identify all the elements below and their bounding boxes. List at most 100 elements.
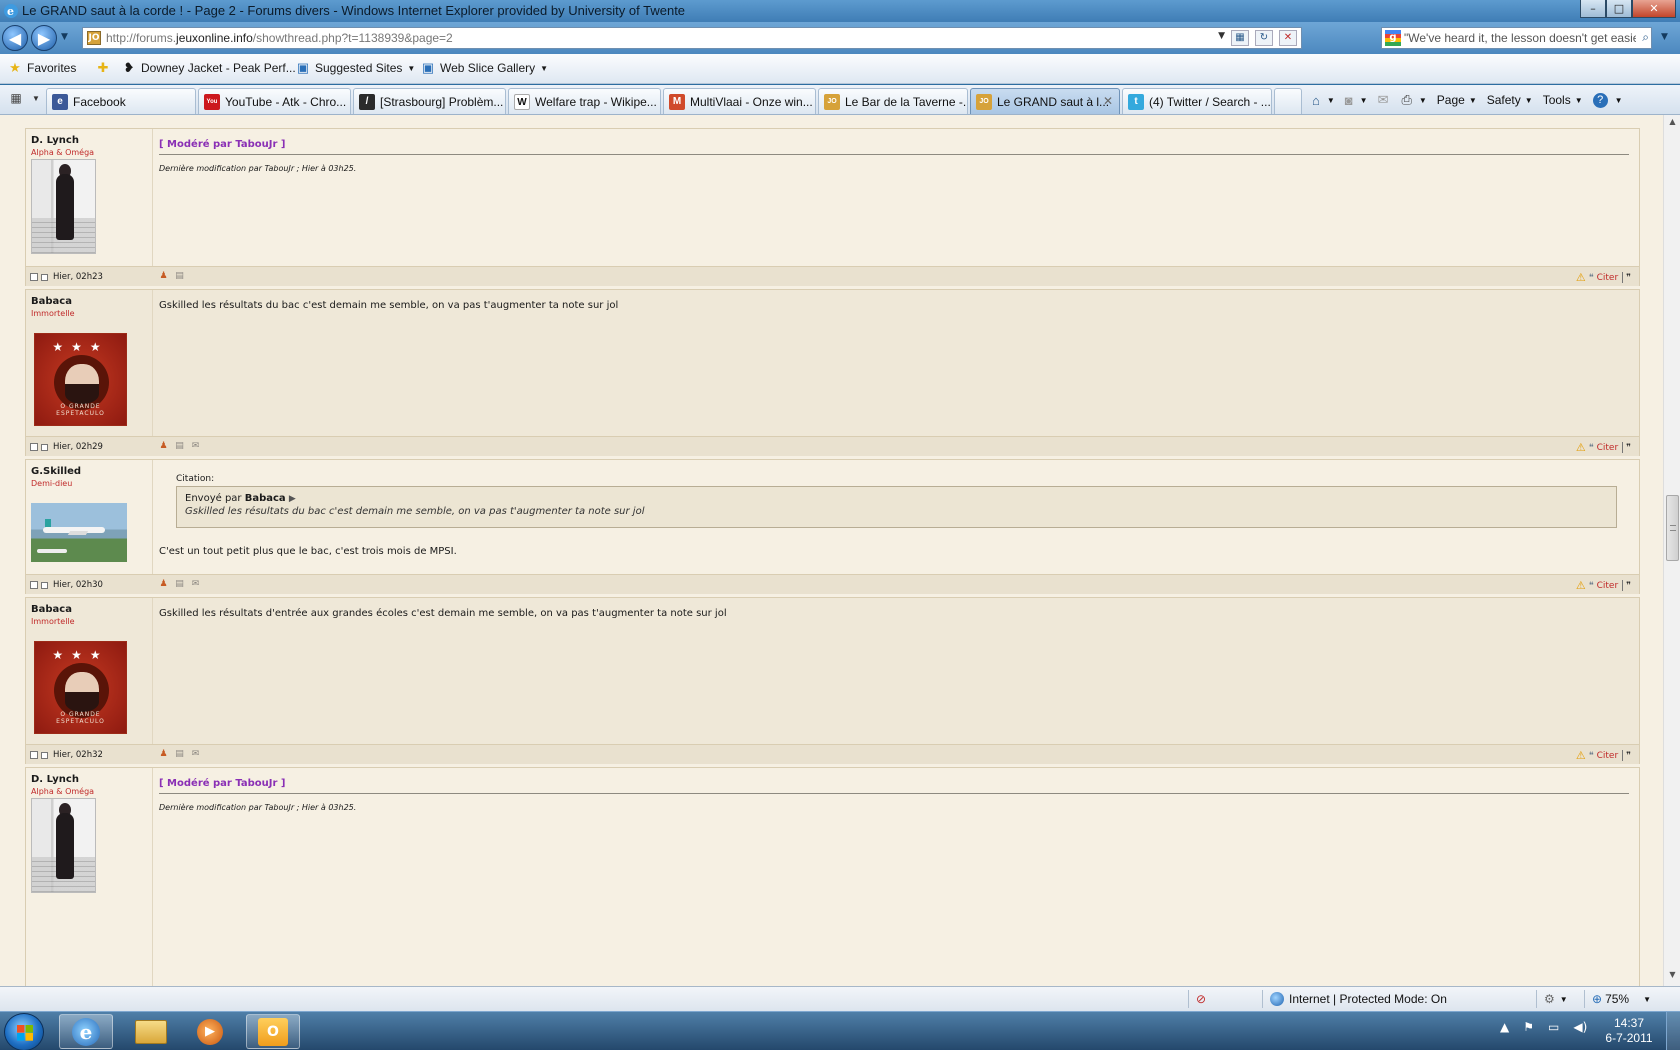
vertical-scrollbar[interactable]: ▲ ▼ [1663,115,1680,986]
search-icon[interactable]: ⌕ [1642,30,1649,45]
private-message-icon[interactable]: ▤ [173,441,186,452]
suggested-sites-button[interactable]: ▣ Suggested Sites ▼ [296,61,415,76]
multi-quote-icon[interactable]: ❞ [1626,273,1631,283]
tab-multivlaai[interactable]: M MultiVlaai - Onze win... [663,88,816,114]
clock[interactable]: 14:37 6-7-2011 [1596,1016,1662,1046]
post-username[interactable]: Babaca [31,296,72,307]
quote-icon[interactable]: ❝ [1589,751,1594,761]
cite-button[interactable]: Citer [1597,751,1619,761]
maximize-button[interactable]: □ [1606,0,1632,18]
zoom-button[interactable]: ⊕ 75% ▼ [1592,992,1651,1006]
favorite-link-downey[interactable]: ❥ Downey Jacket - Peak Perf... [122,61,296,76]
help-button[interactable]: ? ▼ [1592,92,1623,108]
home-button[interactable]: ⌂ ▼ [1312,93,1335,108]
taskbar-internet-explorer[interactable]: e [59,1014,113,1049]
show-hidden-icons[interactable]: ▲ [1500,1020,1509,1034]
feeds-button[interactable]: ◙ ▼ [1345,93,1368,108]
profile-icon[interactable]: ♟ [157,749,170,760]
close-window-button[interactable]: ✕ [1632,0,1676,18]
new-tab-button[interactable] [1274,88,1302,114]
cite-button[interactable]: Citer [1597,273,1619,283]
web-slice-gallery-button[interactable]: ▣ Web Slice Gallery ▼ [421,61,548,76]
profile-icon[interactable]: ♟ [157,579,170,590]
private-message-icon[interactable]: ▤ [173,749,186,760]
tab-grand-saut[interactable]: JO Le GRAND saut à l... ✕ [970,88,1120,114]
volume-icon[interactable]: ◀) [1573,1020,1587,1034]
quote-icon[interactable]: ❝ [1589,443,1594,453]
post-username[interactable]: Babaca [31,604,72,615]
report-warning-icon[interactable]: ⚠ [1576,271,1586,284]
tab-list-dropdown[interactable]: ▼ [32,94,40,103]
profile-icon[interactable]: ♟ [157,441,170,452]
stop-icon[interactable]: ✕ [1279,30,1297,46]
refresh-icon[interactable]: ↻ [1255,30,1273,46]
taskbar-media-player[interactable]: ▶ [183,1014,237,1049]
cite-button[interactable]: Citer [1597,581,1619,591]
read-mail-button[interactable]: ✉ [1378,92,1392,108]
private-message-icon[interactable]: ▤ [173,579,186,590]
search-input[interactable]: "We've heard it, the lesson doesn't get … [1404,31,1636,45]
addons-button[interactable]: ⚙ ▼ [1544,992,1568,1006]
quote-author[interactable]: Babaca [245,493,286,504]
minimize-button[interactable]: – [1580,0,1606,18]
post-username[interactable]: D. Lynch [31,774,79,785]
taskbar-explorer[interactable] [124,1014,178,1049]
close-tab-icon[interactable]: ✕ [1103,94,1113,108]
post-date: Hier, 02h32 [30,750,103,760]
print-button[interactable]: ⎙ ▼ [1401,92,1426,108]
cite-button[interactable]: Citer [1597,443,1619,453]
taskbar-outlook[interactable]: O [246,1014,300,1049]
private-message-icon[interactable]: ▤ [173,271,186,282]
safety-menu[interactable]: Safety ▼ [1487,93,1533,107]
post-username[interactable]: D. Lynch [31,135,79,146]
profile-icon[interactable]: ♟ [157,271,170,282]
search-box[interactable]: g "We've heard it, the lesson doesn't ge… [1381,27,1652,49]
tab-bar-taverne[interactable]: JO Le Bar de la Taverne -... [818,88,968,114]
quote-icon[interactable]: ❝ [1589,273,1594,283]
address-bar[interactable]: JO http://forums.jeuxonline.info/showthr… [82,27,1302,49]
page-content: D. Lynch Alpha & Oméga [ Modéré par Tabo… [0,115,1663,986]
multi-quote-icon[interactable]: ❞ [1626,443,1631,453]
address-dropdown-icon[interactable]: ▼ [1218,31,1225,41]
tools-menu[interactable]: Tools ▼ [1543,93,1583,107]
security-zone[interactable]: Internet | Protected Mode: On [1270,992,1447,1006]
report-warning-icon[interactable]: ⚠ [1576,441,1586,454]
back-button[interactable]: ◀ [2,25,28,51]
tab-facebook[interactable]: e Facebook [46,88,196,114]
quote-box: Envoyé par Babaca ▶ Gskilled les résulta… [176,486,1617,528]
email-icon[interactable]: ✉ [189,441,202,452]
tab-twitter[interactable]: t (4) Twitter / Search - ... [1122,88,1272,114]
tab-strasbourg[interactable]: / [Strasbourg] Problèm... [353,88,506,114]
post-footer: Hier, 02h30 ♟ ▤ ✉ ⚠ ❝ Citer ❞ [26,574,1639,594]
post-username[interactable]: G.Skilled [31,466,81,477]
page-menu[interactable]: Page ▼ [1437,93,1477,107]
address-url[interactable]: http://forums.jeuxonline.info/showthread… [106,31,453,45]
report-warning-icon[interactable]: ⚠ [1576,749,1586,762]
show-desktop-button[interactable] [1666,1012,1680,1050]
email-icon[interactable]: ✉ [189,579,202,590]
scroll-up-icon[interactable]: ▲ [1664,117,1680,131]
search-provider-dropdown[interactable]: ▼ [1661,32,1668,42]
report-warning-icon[interactable]: ⚠ [1576,579,1586,592]
tab-wikipedia[interactable]: W Welfare trap - Wikipe... [508,88,661,114]
scroll-down-icon[interactable]: ▼ [1664,970,1680,984]
network-icon[interactable]: ▭ [1548,1020,1559,1034]
multi-quote-icon[interactable]: ❞ [1626,751,1631,761]
quick-tabs-icon[interactable]: ▦ [6,91,26,109]
favorites-button[interactable]: ★ Favorites [8,61,76,76]
action-center-icon[interactable]: ⚑ [1523,1020,1534,1034]
compatibility-view-icon[interactable]: ▦ [1231,30,1249,46]
google-icon: g [1385,30,1401,46]
multi-quote-icon[interactable]: ❞ [1626,581,1631,591]
recent-pages-dropdown[interactable]: ▼ [61,32,68,42]
view-post-icon[interactable]: ▶ [289,494,296,504]
scrollbar-thumb[interactable] [1666,495,1679,561]
tab-youtube[interactable]: You YouTube - Atk - Chro... [198,88,351,114]
forward-button[interactable]: ▶ [31,25,57,51]
ie-logo-icon: e [4,4,18,18]
start-button[interactable] [4,1013,44,1050]
email-icon[interactable]: ✉ [189,749,202,760]
quote-icon[interactable]: ❝ [1589,581,1594,591]
privacy-report-icon[interactable]: ⊘ [1196,992,1206,1006]
add-favorite-button[interactable]: ✚ [96,61,115,75]
